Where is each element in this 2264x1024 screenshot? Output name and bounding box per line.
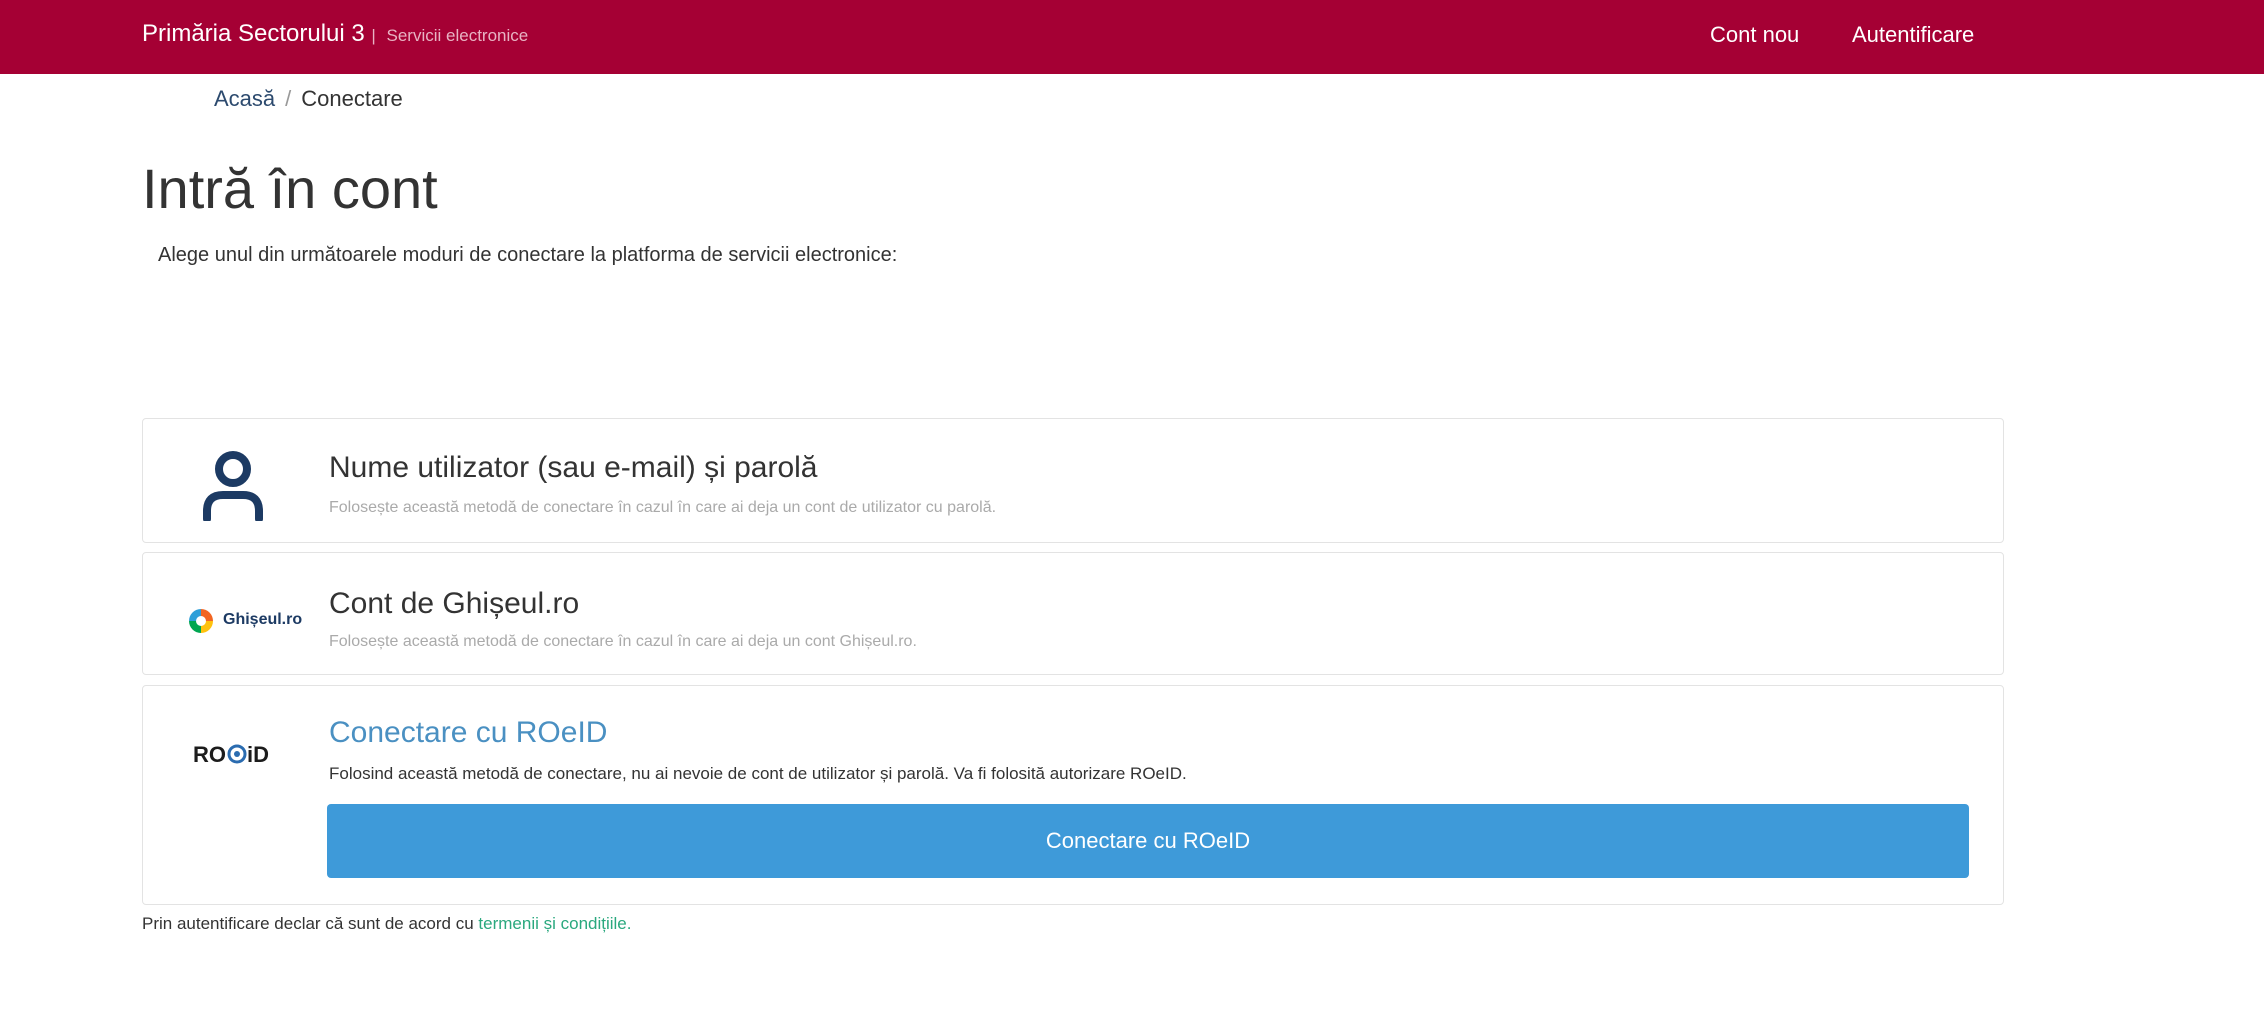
page-title: Intră în cont	[142, 157, 438, 220]
login-option-roeid: RO iD Conectare cu ROeID Folosind aceast…	[142, 685, 2004, 905]
option-description: Folosește această metodă de conectare în…	[329, 633, 917, 650]
terms-prefix: Prin autentificare declar că sunt de aco…	[142, 914, 474, 933]
breadcrumb-current: Conectare	[301, 86, 403, 111]
roeid-logo-icon: RO iD	[193, 742, 269, 767]
page-intro: Alege unul din următoarele moduri de con…	[158, 244, 898, 266]
svg-text:iD: iD	[247, 742, 269, 767]
top-navbar: Primăria Sectorului 3 | Servicii electro…	[0, 0, 2264, 74]
ghiseul-logo-text: Ghișeul.ro	[223, 611, 303, 628]
brand-separator: |	[371, 26, 376, 45]
roeid-connect-button[interactable]: Conectare cu ROeID	[327, 804, 1969, 878]
terms-link[interactable]: termenii și condițiile.	[478, 914, 631, 933]
user-icon	[203, 451, 263, 521]
nav-autentificare-link[interactable]: Autentificare	[1852, 22, 1974, 48]
breadcrumb-separator: /	[285, 86, 292, 111]
option-description: Folosește această metodă de conectare în…	[329, 499, 997, 516]
brand-title: Primăria Sectorului 3	[142, 20, 365, 47]
brand-subtitle: Servicii electronice	[386, 26, 529, 45]
svg-text:RO: RO	[193, 742, 226, 767]
breadcrumb: Acasă / Conectare	[214, 86, 403, 112]
option-title: Cont de Ghișeul.ro	[329, 587, 580, 620]
breadcrumb-home-link[interactable]: Acasă	[214, 86, 275, 111]
brand[interactable]: Primăria Sectorului 3 | Servicii electro…	[142, 20, 528, 48]
option-description: Folosind această metodă de conectare, nu…	[329, 764, 1187, 783]
nav-cont-nou-link[interactable]: Cont nou	[1710, 22, 1799, 48]
option-title[interactable]: Conectare cu ROeID	[329, 716, 607, 750]
login-option-ghiseul[interactable]: Ghișeul.ro Cont de Ghișeul.ro Folosește …	[142, 552, 2004, 675]
terms-notice: Prin autentificare declar că sunt de aco…	[142, 914, 631, 934]
login-option-user-password[interactable]: Nume utilizator (sau e-mail) și parolă F…	[142, 418, 2004, 543]
option-title: Nume utilizator (sau e-mail) și parolă	[329, 451, 818, 484]
